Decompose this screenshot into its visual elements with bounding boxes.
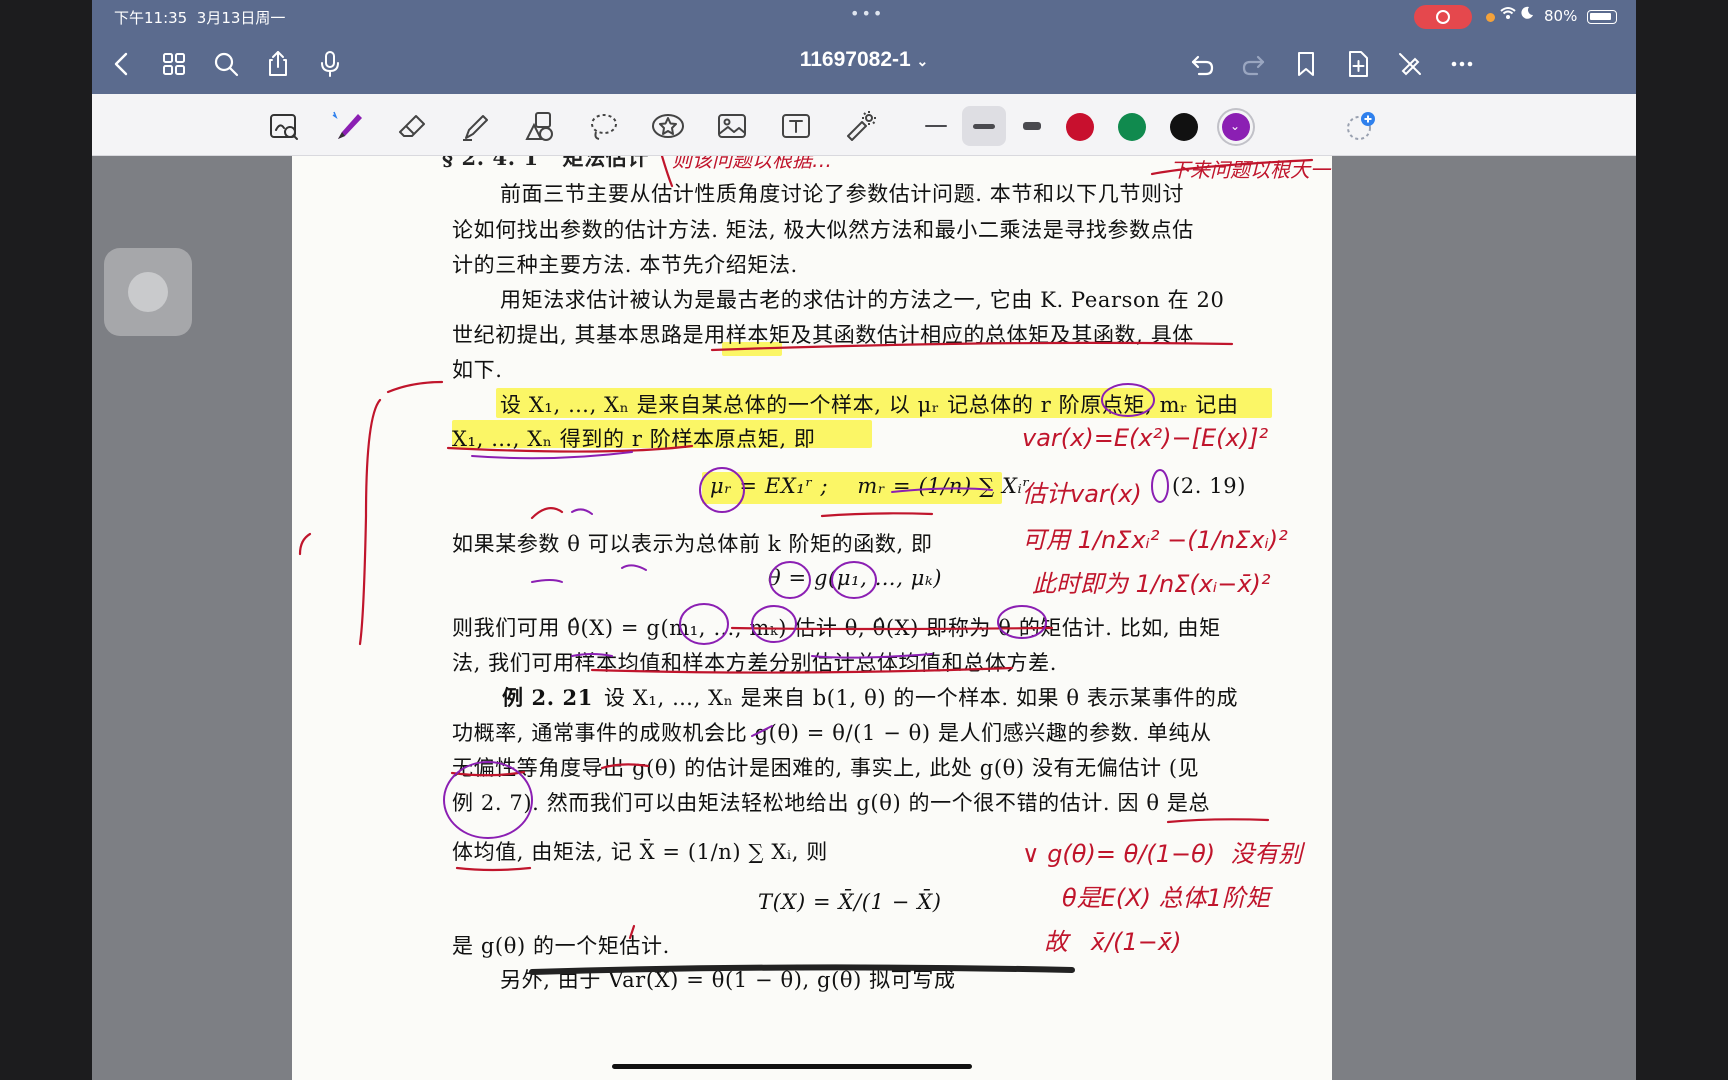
text-line: 法, 我们可用样本均值和样本方差分别估计总体均值和总体方差. xyxy=(452,651,1058,675)
annotation-toolbar: ⌄ xyxy=(92,94,1636,156)
undo-icon[interactable] xyxy=(1184,46,1220,82)
section-heading: § 2. 4. 1 矩法估计 xyxy=(442,156,649,170)
laser-pointer-icon[interactable] xyxy=(840,106,880,146)
handwritten-note: 下来问题以根大一 xyxy=(1170,158,1330,182)
text-line: 体均值, 由矩法, 记 X̄ = (1/n) ∑ Xᵢ, 则 xyxy=(452,840,828,864)
assistive-touch-button[interactable] xyxy=(104,248,192,336)
text-line: 设 X₁, …, Xₙ 是来自 b(1, θ) 的一个样本. 如果 θ 表示某事… xyxy=(604,686,1239,710)
handwritten-note: 可用 1/nΣxᵢ² −(1/nΣxᵢ)² xyxy=(1022,526,1288,554)
title-chevron-down-icon: ⌄ xyxy=(916,53,929,69)
text-line: X₁, …, Xₙ 得到的 r 阶样本原点矩, 即 xyxy=(452,427,816,451)
bookmark-icon[interactable] xyxy=(1288,46,1324,82)
status-date: 3月13日周一 xyxy=(196,9,286,27)
equation-2-19: μᵣ = EX₁ʳ ; mᵣ = (1/n) ∑ Xᵢʳ xyxy=(710,474,1031,498)
add-page-icon[interactable] xyxy=(1340,46,1376,82)
status-bar: 下午11:35 3月13日周一 ••• 80% xyxy=(92,0,1636,34)
color-purple-swatch[interactable]: ⌄ xyxy=(1222,113,1250,141)
chevron-down-icon: ⌄ xyxy=(1230,119,1241,133)
stroke-thick[interactable] xyxy=(1010,106,1054,146)
highlighter-icon[interactable] xyxy=(456,106,496,146)
color-black-swatch[interactable] xyxy=(1170,113,1198,141)
eraser-icon[interactable] xyxy=(392,106,432,146)
text-line: 例 2. 7). 然而我们可以由矩法轻松地给出 g(θ) 的一个很不错的估计. … xyxy=(452,791,1211,815)
handwritten-note: 故 x̄/(1−x̄) xyxy=(1044,928,1182,956)
text-line: 如下. xyxy=(452,358,503,382)
text-line: 如果某参数 θ 可以表示为总体前 k 阶矩的函数, 即 xyxy=(452,532,933,556)
shapes-icon[interactable] xyxy=(520,106,560,146)
equation-theta: θ = g(μ₁, …, μₖ) xyxy=(768,566,943,590)
handwritten-note: var(x)=E(x²)−[E(x)]² xyxy=(1022,424,1269,452)
navigation-bar: 11697082-1 ⌄ xyxy=(92,34,1636,94)
stroke-thin[interactable] xyxy=(914,106,958,146)
battery-percent: 80% xyxy=(1544,7,1578,25)
text-line: 则我们可用 θ̂(X) = g(m₁, …, mₖ) 估计 θ, θ̂(X) 即… xyxy=(452,616,1221,640)
lasso-icon[interactable] xyxy=(584,106,624,146)
more-options-icon[interactable] xyxy=(1444,46,1480,82)
pen-tool-icon[interactable] xyxy=(328,106,368,146)
handwritten-note: ∨ g(θ)= θ/(1−θ) 没有别 xyxy=(1022,840,1303,868)
handwritten-note: 估计var(x) xyxy=(1022,480,1142,508)
do-not-disturb-moon-icon xyxy=(1520,6,1534,24)
screen-recording-icon[interactable] xyxy=(1414,5,1472,29)
wifi-icon xyxy=(1500,6,1516,24)
sticker-icon[interactable] xyxy=(648,106,688,146)
image-icon[interactable] xyxy=(712,106,752,146)
home-indicator[interactable] xyxy=(612,1064,972,1069)
text-line: 计的三种主要方法. 本节先介绍矩法. xyxy=(452,253,798,277)
pen-off-icon[interactable] xyxy=(1392,46,1428,82)
ipad-screen: 下午11:35 3月13日周一 ••• 80% 11697082-1 ⌄ ⌄ §… xyxy=(92,0,1636,1080)
document-title[interactable]: 11697082-1 ⌄ xyxy=(732,48,996,72)
text-line: 另外, 由于 Var(X) = θ(1 − θ), g(θ) 拟可写成 xyxy=(500,968,956,992)
equation-T: T(X) = X̄/(1 − X̄) xyxy=(758,890,942,914)
stroke-medium[interactable] xyxy=(962,106,1006,146)
multitasking-dots[interactable]: ••• xyxy=(850,4,884,23)
document-page[interactable]: § 2. 4. 1 矩法估计 前面三节主要从估计性质角度讨论了参数估计问题. 本… xyxy=(292,156,1332,1080)
battery-icon xyxy=(1587,10,1617,24)
search-icon[interactable] xyxy=(208,46,244,82)
mic-in-use-dot-icon xyxy=(1486,13,1495,22)
grid-view-icon[interactable] xyxy=(156,46,192,82)
handwritten-note: 则该问题以根据… xyxy=(672,156,832,172)
equation-number: (2. 19) xyxy=(1172,474,1247,498)
handwritten-note: θ是E(X) 总体1阶矩 xyxy=(1062,884,1270,912)
add-color-icon[interactable] xyxy=(1344,110,1378,144)
microphone-icon[interactable] xyxy=(312,46,348,82)
share-icon[interactable] xyxy=(260,46,296,82)
text-line: 世纪初提出, 其基本思路是用样本矩及其函数估计相应的总体矩及其函数, 具体 xyxy=(452,323,1194,347)
text-line: 是 g(θ) 的一个矩估计. xyxy=(452,934,670,958)
text-line: 功概率, 通常事件的成败机会比 g(θ) = θ/(1 − θ) 是人们感兴趣的… xyxy=(452,721,1212,745)
text-line: 设 X₁, …, Xₙ 是来自某总体的一个样本, 以 μᵣ 记总体的 r 阶原点… xyxy=(500,393,1239,417)
redo-icon[interactable] xyxy=(1236,46,1272,82)
text-line: 用矩法求估计被认为是最古老的求估计的方法之一, 它由 K. Pearson 在 … xyxy=(500,288,1225,312)
zoom-window-icon[interactable] xyxy=(264,106,304,146)
text-line: 论如何找出参数的估计方法. 矩法, 极大似然方法和最小二乘法是寻找参数点估 xyxy=(452,218,1194,242)
handwritten-note: 此时即为 1/nΣ(xᵢ−x̄)² xyxy=(1032,570,1271,598)
color-red-swatch[interactable] xyxy=(1066,113,1094,141)
text-line: 前面三节主要从估计性质角度讨论了参数估计问题. 本节和以下几节则讨 xyxy=(500,182,1185,206)
color-green-swatch[interactable] xyxy=(1118,113,1146,141)
example-label: 例 2. 21 xyxy=(502,685,593,710)
text-box-icon[interactable] xyxy=(776,106,816,146)
text-line: 无偏性等角度导出 g(θ) 的估计是困难的, 事实上, 此处 g(θ) 没有无偏… xyxy=(452,756,1200,780)
status-time: 下午11:35 3月13日周一 xyxy=(114,9,286,27)
back-chevron-icon[interactable] xyxy=(104,46,140,82)
